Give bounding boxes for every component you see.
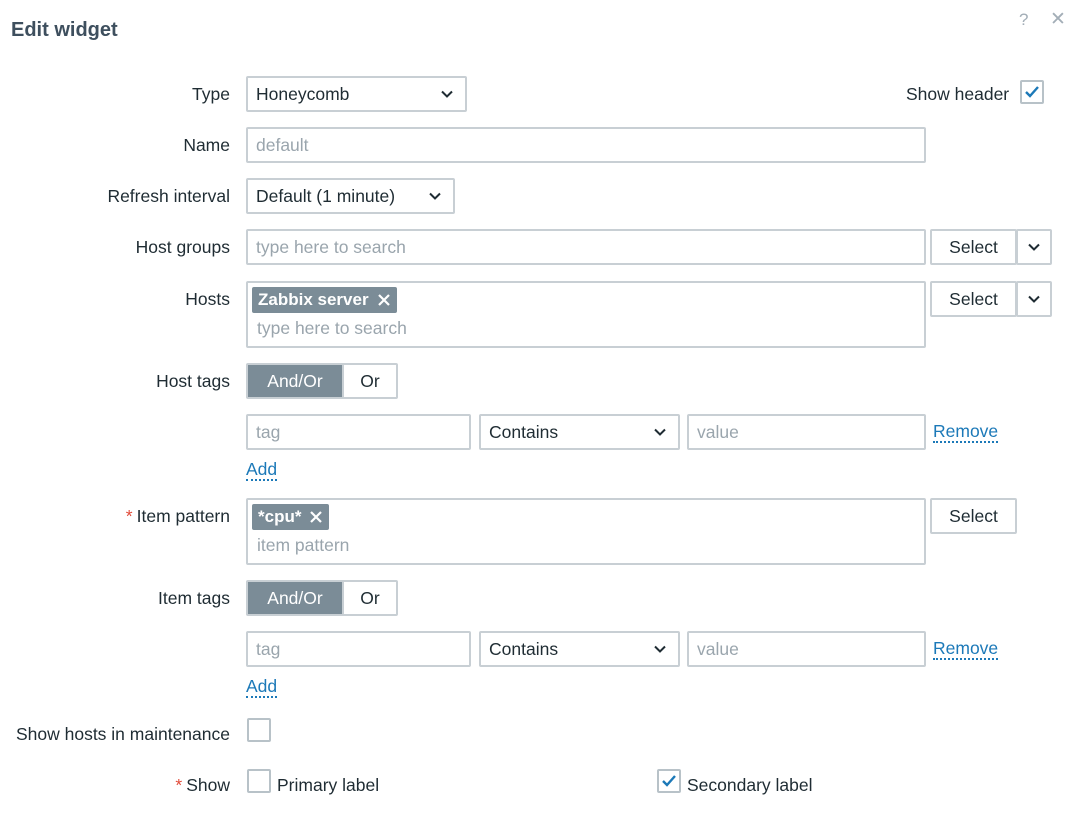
item-tags-label: Item tags bbox=[158, 588, 230, 608]
item-tag-name-input[interactable]: tag bbox=[246, 631, 471, 667]
chevron-down-icon bbox=[654, 428, 666, 436]
item-pattern-label-text: Item pattern bbox=[136, 506, 230, 526]
host-groups-label: Host groups bbox=[135, 237, 230, 257]
hosts-input[interactable]: Zabbix server type here to search bbox=[246, 281, 926, 348]
item-tags-mode-or[interactable]: Or bbox=[342, 582, 396, 614]
primary-label-text: Primary label bbox=[277, 775, 380, 795]
host-tags-mode-andor[interactable]: And/Or bbox=[248, 365, 342, 397]
host-groups-dropdown-button[interactable] bbox=[1016, 229, 1052, 265]
host-tag-name-placeholder: tag bbox=[256, 421, 281, 442]
dialog-title: Edit widget bbox=[11, 19, 118, 41]
hosts-placeholder: type here to search bbox=[257, 318, 407, 338]
maintenance-checkbox[interactable] bbox=[247, 718, 271, 742]
host-tag-remove-link[interactable]: Remove bbox=[933, 421, 999, 444]
check-icon bbox=[1025, 86, 1039, 98]
item-tag-remove-link[interactable]: Remove bbox=[933, 638, 999, 661]
show-header-checkbox[interactable] bbox=[1020, 80, 1044, 104]
refresh-interval-select[interactable]: Default (1 minute) bbox=[246, 178, 455, 214]
item-tag-value-input[interactable]: value bbox=[687, 631, 926, 667]
host-tag-add-link[interactable]: Add bbox=[246, 459, 278, 482]
required-marker: * bbox=[125, 506, 133, 526]
maintenance-label: Show hosts in maintenance bbox=[15, 724, 230, 744]
item-tag-add-link[interactable]: Add bbox=[246, 676, 278, 699]
item-tags-mode-andor[interactable]: And/Or bbox=[248, 582, 342, 614]
refresh-interval-value: Default (1 minute) bbox=[256, 185, 396, 206]
secondary-label-text: Secondary label bbox=[687, 775, 813, 795]
item-tag-value-placeholder: value bbox=[697, 638, 739, 659]
remove-chip-icon[interactable] bbox=[377, 293, 391, 307]
show-label: * Show bbox=[175, 775, 230, 796]
hosts-label: Hosts bbox=[185, 289, 230, 309]
chevron-down-icon bbox=[429, 192, 441, 200]
host-tags-label: Host tags bbox=[156, 371, 230, 391]
refresh-interval-label: Refresh interval bbox=[107, 186, 230, 206]
close-icon[interactable]: ✕ bbox=[1050, 8, 1066, 31]
item-tag-operator-select[interactable]: Contains bbox=[479, 631, 680, 667]
type-label: Type bbox=[192, 84, 230, 104]
secondary-label-checkbox[interactable] bbox=[657, 769, 681, 793]
item-tag-operator-value: Contains bbox=[489, 638, 559, 659]
hosts-dropdown-button[interactable] bbox=[1016, 281, 1052, 317]
hosts-select-button[interactable]: Select bbox=[930, 281, 1017, 317]
item-pattern-input[interactable]: *cpu* item pattern bbox=[246, 498, 926, 565]
host-tags-mode-toggle[interactable]: And/Or Or bbox=[246, 363, 398, 399]
item-pattern-label: * Item pattern bbox=[126, 506, 230, 527]
host-tag-value-input[interactable]: value bbox=[687, 414, 926, 450]
type-select[interactable]: Honeycomb bbox=[246, 76, 467, 112]
type-value: Honeycomb bbox=[256, 83, 350, 104]
name-placeholder: default bbox=[256, 134, 309, 155]
required-marker: * bbox=[175, 775, 183, 795]
item-pattern-chip: *cpu* bbox=[252, 504, 330, 530]
item-tags-mode-toggle[interactable]: And/Or Or bbox=[246, 580, 398, 616]
chevron-down-icon bbox=[654, 645, 666, 653]
host-groups-placeholder: type here to search bbox=[256, 236, 406, 257]
host-tag-name-input[interactable]: tag bbox=[246, 414, 471, 450]
primary-label-checkbox[interactable] bbox=[247, 769, 271, 793]
host-tag-operator-select[interactable]: Contains bbox=[479, 414, 680, 450]
host-groups-input[interactable]: type here to search bbox=[246, 229, 926, 265]
name-input[interactable]: default bbox=[246, 127, 926, 163]
host-chip: Zabbix server bbox=[252, 287, 397, 313]
remove-chip-icon[interactable] bbox=[309, 510, 323, 524]
host-tag-operator-value: Contains bbox=[489, 421, 559, 442]
item-pattern-chip-label: *cpu* bbox=[258, 507, 302, 526]
host-tags-mode-or[interactable]: Or bbox=[342, 365, 396, 397]
host-tag-value-placeholder: value bbox=[697, 421, 739, 442]
name-label: Name bbox=[183, 135, 230, 155]
help-icon[interactable]: ? bbox=[1019, 10, 1028, 30]
show-label-text: Show bbox=[186, 775, 230, 795]
show-header-label: Show header bbox=[906, 84, 1010, 104]
chevron-down-icon bbox=[1028, 243, 1040, 251]
item-pattern-select-button[interactable]: Select bbox=[930, 498, 1017, 534]
chevron-down-icon bbox=[1028, 295, 1040, 303]
chevron-down-icon bbox=[441, 90, 453, 98]
host-groups-select-button[interactable]: Select bbox=[930, 229, 1017, 265]
check-icon bbox=[662, 775, 676, 787]
item-pattern-placeholder: item pattern bbox=[257, 535, 350, 555]
host-chip-label: Zabbix server bbox=[258, 290, 369, 309]
item-tag-name-placeholder: tag bbox=[256, 638, 281, 659]
